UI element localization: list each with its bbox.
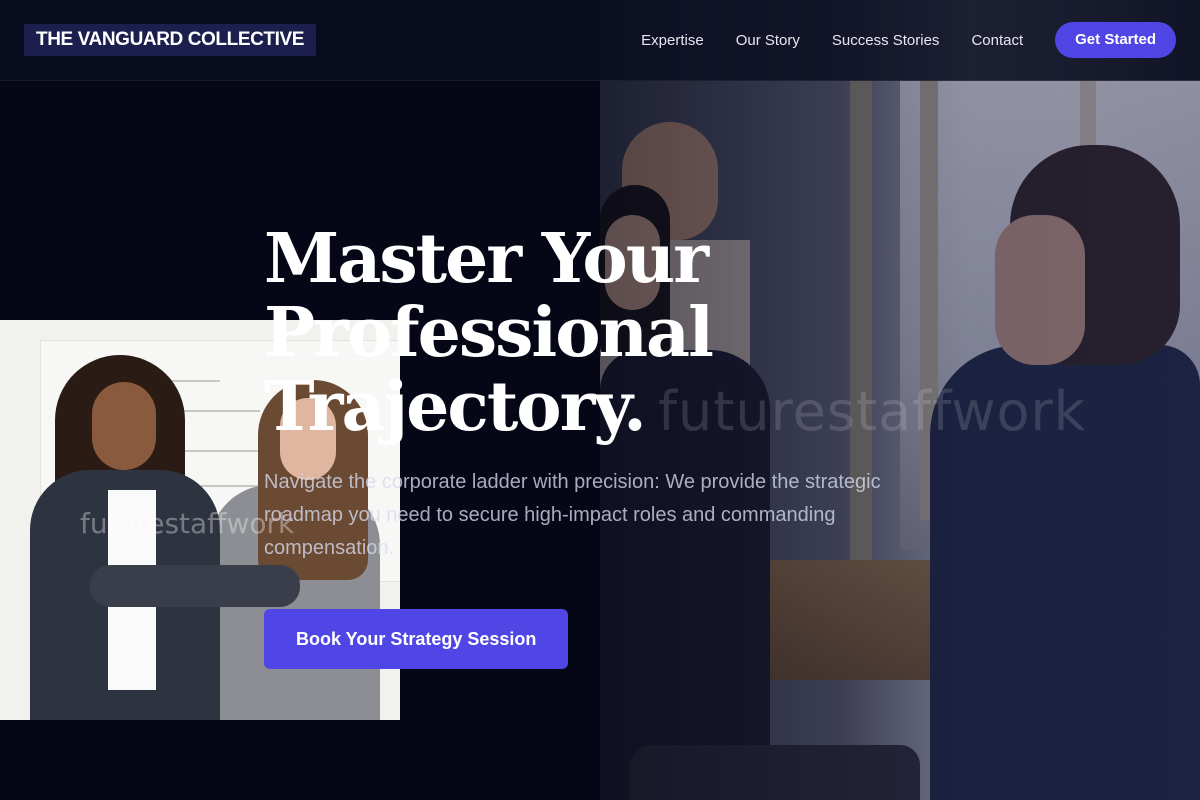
hero-title-line: Professional — [264, 293, 714, 373]
main-nav: Expertise Our Story Success Stories Cont… — [641, 0, 1176, 80]
nav-link-our-story[interactable]: Our Story — [736, 32, 800, 49]
hero-section: Master Your Professional Trajectory. Nav… — [264, 222, 964, 669]
brand-logo[interactable]: THE VANGUARD COLLECTIVE — [24, 24, 317, 56]
hero-subtitle: Navigate the corporate ladder with preci… — [264, 471, 881, 559]
get-started-button[interactable]: Get Started — [1055, 22, 1176, 58]
book-strategy-session-button[interactable]: Book Your Strategy Session — [264, 609, 569, 669]
site-header: THE VANGUARD COLLECTIVE Expertise Our St… — [0, 0, 1200, 81]
nav-link-success-stories[interactable]: Success Stories — [832, 32, 940, 49]
nav-link-contact[interactable]: Contact — [971, 32, 1023, 49]
landing-page: futurestaffwork futurestaffwork THE VANG… — [0, 0, 1200, 800]
hero-title: Master Your Professional Trajectory. — [264, 222, 964, 444]
nav-link-expertise[interactable]: Expertise — [641, 32, 704, 49]
hero-title-line: Master Your — [264, 219, 709, 299]
hero-title-line: Trajectory. — [264, 367, 647, 447]
team-photo-watermark: futurestaffwork — [80, 507, 295, 540]
